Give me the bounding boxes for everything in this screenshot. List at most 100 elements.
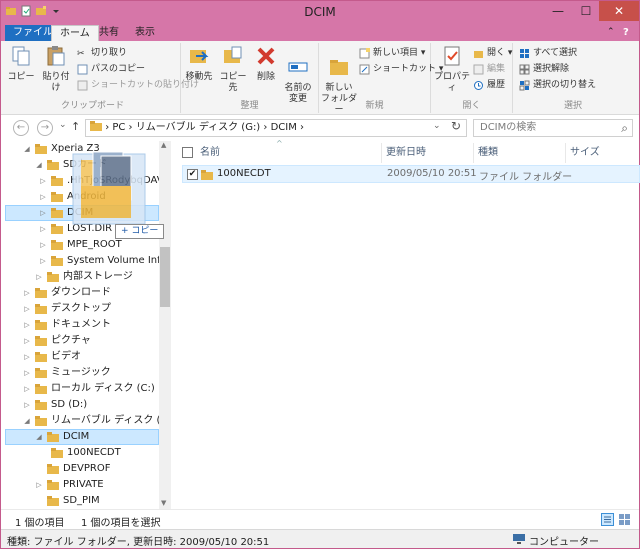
scroll-thumb[interactable]	[160, 247, 170, 307]
nav-item[interactable]: ▷ System Volume Information	[39, 253, 170, 269]
delete-button[interactable]: 削除	[253, 43, 279, 83]
item-count: 1 個の項目	[15, 518, 65, 529]
new-item-button[interactable]: 新しい項目 ▾	[359, 47, 425, 60]
minimize-button[interactable]: —	[545, 1, 571, 21]
expand-arrow-icon[interactable]: ▷	[23, 317, 31, 333]
column-name[interactable]: 名前	[196, 143, 382, 163]
history-button[interactable]: 履歴	[473, 79, 505, 92]
edit-button[interactable]: 編集	[473, 63, 505, 76]
folder-icon	[51, 224, 63, 234]
expand-arrow-icon[interactable]: ▷	[23, 381, 31, 397]
nav-scrollbar[interactable]: ▲ ▼	[159, 141, 171, 509]
column-date[interactable]: 更新日時	[382, 143, 474, 163]
expand-arrow-icon[interactable]: ▷	[39, 253, 47, 269]
scroll-up-button[interactable]: ▲	[161, 141, 166, 149]
select-all-checkbox[interactable]	[182, 147, 193, 158]
window-title: DCIM	[304, 5, 336, 19]
nav-item-label: SD_PIM	[63, 495, 100, 506]
nav-item[interactable]: ▷ ダウンロード	[23, 285, 111, 301]
table-row[interactable]: ✔ 100NECDT 2009/05/10 20:51 ファイル フォルダー	[182, 165, 640, 183]
maximize-button[interactable]: ☐	[573, 1, 599, 21]
select-all-icon	[520, 49, 529, 58]
move-to-button[interactable]: 移動先	[183, 43, 215, 83]
nav-item[interactable]: ▷ ミュージック	[23, 365, 111, 381]
nav-item[interactable]: ▷ 内部ストレージ	[35, 269, 133, 285]
expand-arrow-icon[interactable]: ▷	[35, 269, 43, 285]
nav-item[interactable]: ▷ MPE_ROOT	[39, 237, 122, 253]
select-none-icon	[519, 64, 530, 75]
folder-icon	[35, 320, 47, 330]
copy-path-button[interactable]: パスのコピー	[77, 63, 145, 76]
column-type[interactable]: 種類	[474, 143, 566, 163]
nav-item[interactable]: SD_PIM	[35, 493, 100, 509]
nav-item[interactable]: ▷ PRIVATE	[35, 477, 104, 493]
large-icons-view-icon[interactable]	[618, 513, 631, 526]
row-checkbox[interactable]: ✔	[187, 169, 198, 180]
expand-arrow-icon[interactable]: ▷	[39, 189, 47, 205]
move-to-label: 移動先	[185, 72, 213, 82]
column-size[interactable]: サイズ	[566, 143, 626, 163]
select-all-button[interactable]: すべて選択	[519, 47, 577, 60]
copy-button[interactable]: コピー	[7, 43, 35, 83]
folder-icon	[51, 448, 63, 458]
folder-icon	[51, 256, 63, 266]
expand-arrow-icon[interactable]: ▷	[35, 477, 43, 493]
nav-item[interactable]: ◢ DCIM	[35, 429, 89, 445]
expand-arrow-icon[interactable]: ◢	[35, 157, 43, 173]
nav-item-label: リムーバブル ディスク (G:)	[51, 415, 171, 426]
paste-button[interactable]: 貼り付け	[39, 43, 73, 94]
tab-share[interactable]: 共有	[91, 25, 127, 41]
refresh-button[interactable]: ↻	[451, 119, 461, 133]
address-box[interactable]: › PC › リムーバブル ディスク (G:) › DCIM ›	[85, 119, 467, 137]
selected-count: 1 個の項目を選択	[81, 518, 161, 529]
cut-button[interactable]: ✂ 切り取り	[77, 47, 127, 60]
properties-button[interactable]: プロパティ	[433, 43, 471, 94]
expand-arrow-icon[interactable]: ▷	[23, 333, 31, 349]
nav-item-label: 内部ストレージ	[63, 271, 133, 282]
tab-view[interactable]: 表示	[127, 25, 163, 41]
folder-icon	[35, 384, 47, 394]
folder-icon	[47, 480, 59, 490]
nav-item[interactable]: ▷ ドキュメント	[23, 317, 111, 333]
expand-arrow-icon[interactable]: ◢	[23, 413, 31, 429]
nav-item[interactable]: ▷ SD (D:)	[23, 397, 87, 413]
expand-arrow-icon[interactable]: ▷	[39, 173, 47, 189]
search-icon: ⌕	[621, 121, 628, 135]
help-icon[interactable]: ?	[615, 25, 637, 41]
ribbon-tabs: ファイル ホーム 共有 表示 ⌃ ?	[1, 23, 639, 41]
select-none-button[interactable]: 選択解除	[519, 63, 569, 76]
close-button[interactable]: ✕	[599, 1, 639, 21]
details-view-icon[interactable]	[601, 513, 614, 526]
up-button[interactable]: ↑	[71, 120, 80, 133]
scroll-down-button[interactable]: ▼	[161, 499, 166, 507]
invert-selection-button[interactable]: 選択の切り替え	[519, 79, 596, 92]
expand-arrow-icon[interactable]: ◢	[23, 141, 31, 157]
expand-arrow-icon[interactable]: ▷	[39, 205, 47, 221]
forward-button[interactable]: →	[37, 120, 53, 136]
nav-item[interactable]: ▷ ピクチャ	[23, 333, 91, 349]
expand-arrow-icon[interactable]: ▷	[23, 365, 31, 381]
expand-arrow-icon[interactable]: ▷	[23, 285, 31, 301]
expand-arrow-icon[interactable]: ◢	[35, 429, 43, 445]
expand-arrow-icon[interactable]: ▷	[39, 221, 47, 237]
folder-icon	[35, 288, 47, 298]
back-button[interactable]: ←	[13, 120, 29, 136]
breadcrumb[interactable]: › PC › リムーバブル ディスク (G:) › DCIM ›	[105, 122, 304, 133]
open-button[interactable]: 開く ▾	[473, 47, 512, 60]
expand-arrow-icon[interactable]: ▷	[23, 397, 31, 413]
nav-item[interactable]: ▷ デスクトップ	[23, 301, 111, 317]
address-dropdown-button[interactable]: ⌄	[433, 121, 441, 131]
search-input[interactable]: DCIMの検索 ⌕	[473, 119, 633, 137]
expand-arrow-icon[interactable]: ▷	[23, 301, 31, 317]
expand-arrow-icon[interactable]: ▷	[23, 349, 31, 365]
nav-item[interactable]: 100NECDT	[39, 445, 121, 461]
nav-item[interactable]: ▷ ローカル ディスク (C:)	[23, 381, 155, 397]
delete-label: 削除	[256, 72, 275, 82]
nav-item[interactable]: DEVPROF	[35, 461, 110, 477]
expand-arrow-icon[interactable]: ▷	[39, 237, 47, 253]
copy-to-button[interactable]: コピー先	[217, 43, 249, 94]
recent-locations-button[interactable]: ⌄	[59, 120, 67, 130]
nav-item[interactable]: ▷ ビデオ	[23, 349, 81, 365]
nav-item[interactable]: ◢ リムーバブル ディスク (G:)	[23, 413, 171, 429]
shortcut-icon	[359, 64, 370, 75]
